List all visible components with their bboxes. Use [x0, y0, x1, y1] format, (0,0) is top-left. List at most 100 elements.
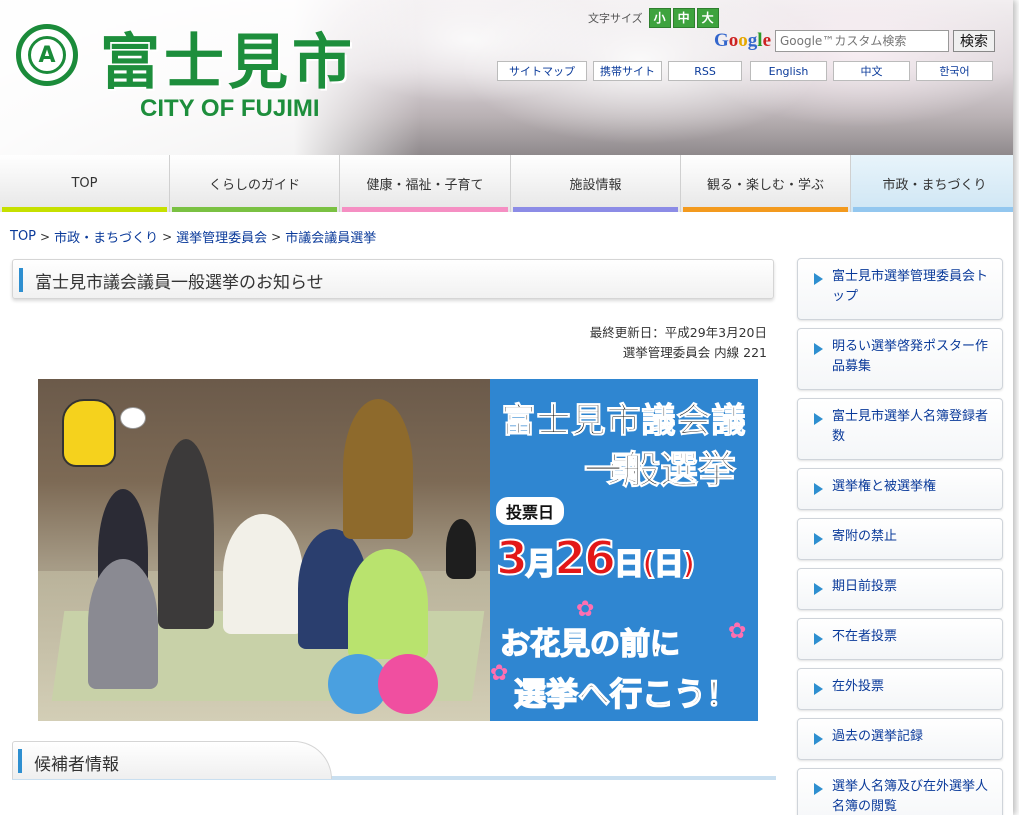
nav-label: くらしのガイド: [208, 178, 300, 193]
sidebar-item-voter-list-inspection[interactable]: 選挙人名簿及び在外選挙人名簿の閲覧: [797, 768, 1003, 815]
city-mascot-icon: [62, 399, 146, 467]
breadcrumb-separator: >: [40, 229, 51, 244]
arrow-right-icon: [814, 733, 823, 745]
breadcrumb-city-government[interactable]: 市政・まちづくり: [54, 227, 158, 246]
sidebar-item-voter-count[interactable]: 富士見市選挙人名簿登録者数: [797, 398, 1003, 460]
nav-city-government[interactable]: 市政・まちづくり: [851, 155, 1013, 212]
banner-photo: [38, 379, 490, 721]
breadcrumb-city-council-election[interactable]: 市議会議員選挙: [285, 227, 376, 246]
vote-weekday: (日): [641, 546, 696, 583]
page-frame: A 富士見市 CITY OF FUJIMI 文字サイズ 小 中 大 Google…: [0, 0, 1013, 815]
nav-color-bar: [172, 207, 337, 212]
election-banner-image: 富士見市議会議員 一般選挙 投票日 3月26日(日) ✿ ✿ ✿ お花見の前に …: [38, 379, 758, 721]
font-size-small-button[interactable]: 小: [648, 8, 671, 28]
lang-korean-link[interactable]: 한국어: [916, 61, 993, 81]
sidebar-item-label: 富士見市選挙管理委員会トップ: [832, 269, 989, 304]
font-size-large-button[interactable]: 大: [696, 8, 719, 28]
person-figure: [223, 514, 303, 634]
person-figure: [158, 439, 214, 629]
sidebar-item-label: 選挙人名簿及び在外選挙人名簿の閲覧: [832, 779, 989, 814]
nav-top[interactable]: TOP: [0, 155, 170, 212]
mascot-figure: [378, 654, 438, 714]
person-figure: [343, 399, 413, 539]
nav-label: TOP: [71, 176, 98, 191]
arrow-right-icon: [814, 483, 823, 495]
breadcrumb-separator: >: [162, 229, 173, 244]
vote-day-unit: 日: [613, 546, 645, 583]
banner-vote-day-label: 投票日: [496, 497, 565, 525]
last-updated: 最終更新日：平成29年3月20日: [589, 325, 767, 340]
nav-label: 施設情報: [569, 178, 622, 193]
section-title: 候補者情報: [34, 755, 119, 775]
sidebar-item-label: 過去の選挙記録: [832, 729, 924, 744]
sidebar-item-absentee-voting[interactable]: 不在者投票: [797, 618, 1003, 660]
nav-color-bar: [513, 207, 678, 212]
city-emblem-icon[interactable]: A: [16, 24, 78, 86]
arrow-right-icon: [814, 633, 823, 645]
arrow-right-icon: [814, 273, 823, 285]
banner-text-panel: 富士見市議会議員 一般選挙 投票日 3月26日(日) ✿ ✿ ✿ お花見の前に …: [490, 379, 758, 721]
site-title-en[interactable]: CITY OF FUJIMI: [140, 95, 320, 123]
sidebar-item-label: 選挙権と被選挙権: [832, 479, 937, 494]
sidebar-item-label: 不在者投票: [832, 629, 898, 644]
nav-facilities[interactable]: 施設情報: [511, 155, 681, 212]
sidebar-item-label: 寄附の禁止: [832, 529, 898, 544]
site-title-jp[interactable]: 富士見市: [100, 14, 356, 101]
sidebar-item-label: 明るい選挙啓発ポスター作品募集: [832, 339, 989, 374]
sidebar-item-early-voting[interactable]: 期日前投票: [797, 568, 1003, 610]
page-meta: 最終更新日：平成29年3月20日 選挙管理委員会 内線 221: [590, 323, 767, 363]
banner-vote-date: 3月26日(日): [495, 530, 696, 586]
emblem-inner: A: [28, 36, 66, 74]
sidebar-item-donation-ban[interactable]: 寄附の禁止: [797, 518, 1003, 560]
font-size-switcher: 文字サイズ 小 中 大: [588, 8, 719, 28]
google-search: Google 検索: [714, 30, 995, 52]
sidebar-item-voting-rights[interactable]: 選挙権と被選挙権: [797, 468, 1003, 510]
person-figure: [348, 549, 428, 659]
search-input[interactable]: [775, 30, 949, 52]
cherry-blossom-icon: ✿: [490, 661, 509, 686]
nav-color-bar: [342, 207, 508, 212]
lang-english-link[interactable]: English: [750, 61, 827, 81]
vote-month-unit: 月: [525, 546, 557, 583]
font-size-medium-button[interactable]: 中: [672, 8, 695, 28]
sitemap-link[interactable]: サイトマップ: [497, 61, 587, 81]
banner-slogan-line2: 選挙へ行こう！: [513, 674, 739, 714]
vote-day: 26: [553, 530, 617, 586]
arrow-right-icon: [814, 683, 823, 695]
breadcrumb-election-committee[interactable]: 選挙管理委員会: [176, 227, 267, 246]
vote-month: 3: [495, 530, 529, 586]
nav-living-guide[interactable]: くらしのガイド: [170, 155, 340, 212]
mobile-site-link[interactable]: 携帯サイト: [593, 61, 662, 81]
arrow-right-icon: [814, 533, 823, 545]
department-contact: 選挙管理委員会 内線 221: [622, 345, 767, 360]
breadcrumb-top[interactable]: TOP: [10, 229, 36, 244]
lang-chinese-link[interactable]: 中文: [833, 61, 910, 81]
sidebar-item-label: 富士見市選挙人名簿登録者数: [832, 409, 989, 444]
arrow-right-icon: [814, 583, 823, 595]
search-button[interactable]: 検索: [953, 30, 995, 52]
sidebar-item-election-committee-top[interactable]: 富士見市選挙管理委員会トップ: [797, 258, 1003, 320]
arrow-right-icon: [814, 783, 823, 795]
arrow-right-icon: [814, 343, 823, 355]
nav-label: 健康・福祉・子育て: [366, 178, 484, 193]
font-size-label: 文字サイズ: [588, 12, 643, 25]
cherry-blossom-icon: ✿: [728, 619, 747, 644]
nav-color-bar: [853, 207, 1013, 212]
global-nav: TOP くらしのガイド 健康・福祉・子育て 施設情報 観る・楽しむ・学ぶ 市政・…: [0, 155, 1013, 212]
breadcrumb: TOP > 市政・まちづくり > 選挙管理委員会 > 市議会議員選挙: [10, 227, 376, 246]
dog-figure: [446, 519, 476, 579]
sidebar-item-label: 在外投票: [832, 679, 885, 694]
nav-culture[interactable]: 観る・楽しむ・学ぶ: [681, 155, 851, 212]
sidebar-item-poster-contest[interactable]: 明るい選挙啓発ポスター作品募集: [797, 328, 1003, 390]
nav-color-bar: [683, 207, 848, 212]
person-figure: [88, 559, 158, 689]
breadcrumb-separator: >: [271, 229, 282, 244]
sidebar-item-overseas-voting[interactable]: 在外投票: [797, 668, 1003, 710]
nav-health-welfare[interactable]: 健康・福祉・子育て: [340, 155, 511, 212]
rss-link[interactable]: RSS: [668, 61, 742, 81]
page-title-box: 富士見市議会議員一般選挙のお知らせ: [12, 259, 774, 299]
title-accent-bar: [19, 268, 23, 292]
google-logo: Google: [714, 30, 771, 51]
banner-title-line2: 一般選挙: [583, 448, 737, 493]
sidebar-item-past-records[interactable]: 過去の選挙記録: [797, 718, 1003, 760]
